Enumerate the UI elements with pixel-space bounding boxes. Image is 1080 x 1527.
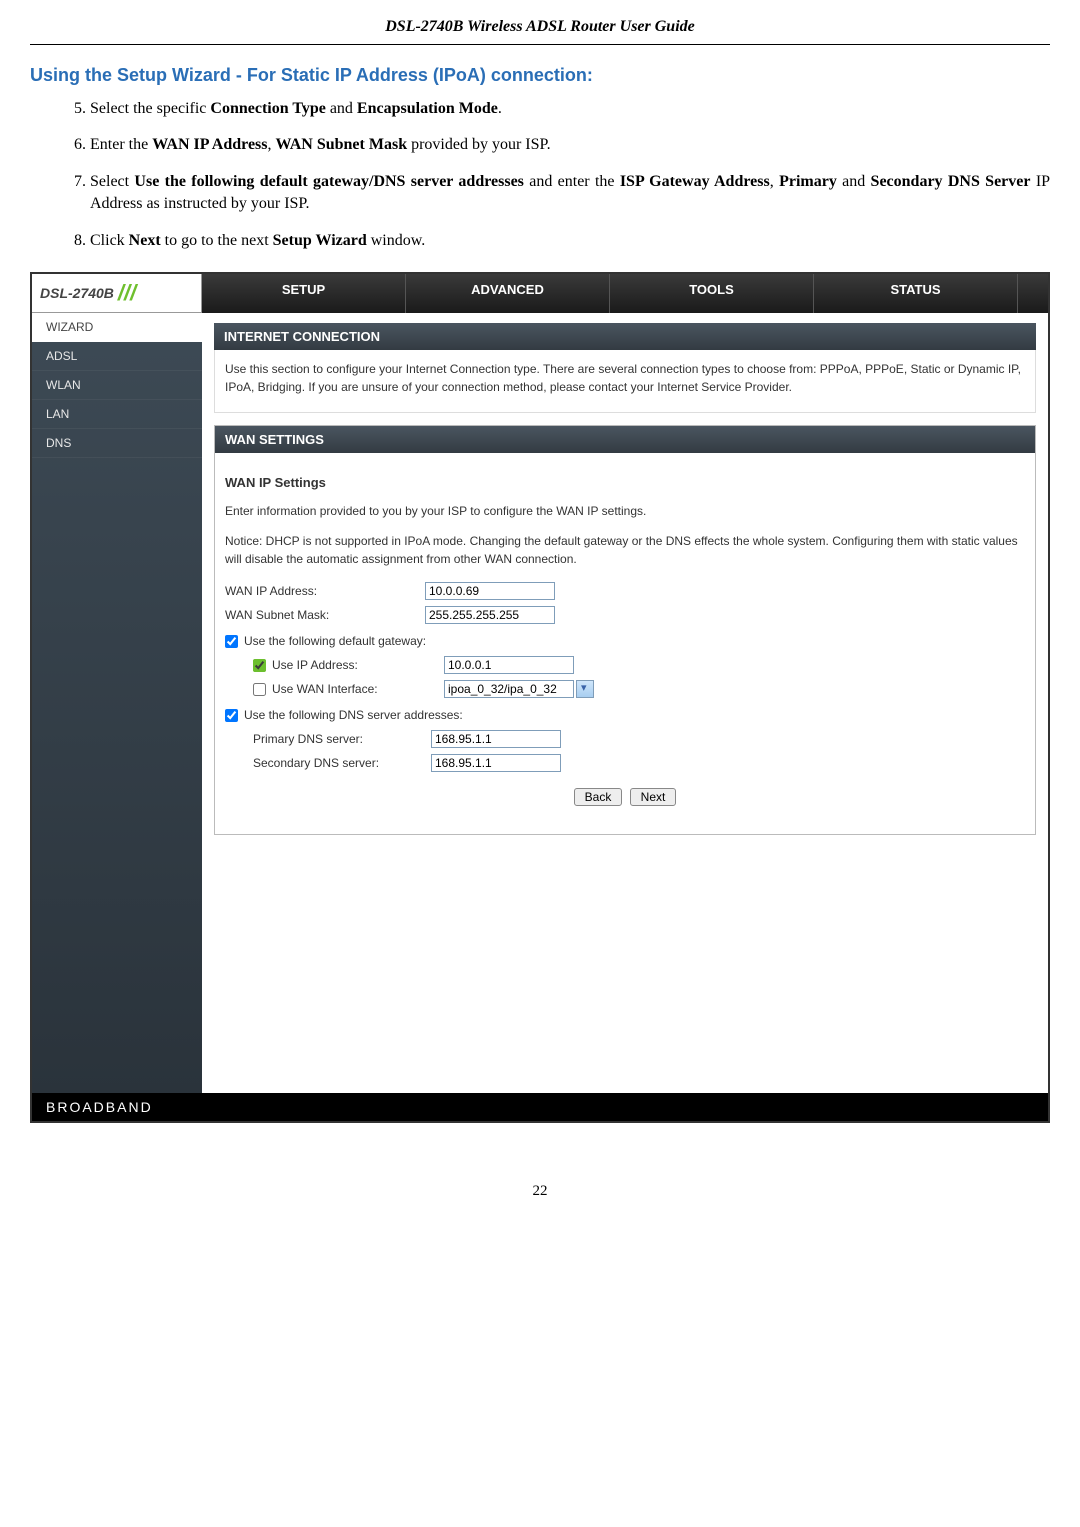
sidebar-item-wlan[interactable]: WLAN	[32, 371, 202, 400]
use-wan-iface-checkbox[interactable]	[253, 683, 266, 696]
use-ip-checkbox[interactable]	[253, 659, 266, 672]
instruction-5: Select the specific Connection Type and …	[90, 98, 1050, 120]
broadband-footer: BROADBAND	[32, 1093, 1048, 1121]
subnet-label: WAN Subnet Mask:	[225, 606, 425, 624]
content-area: INTERNET CONNECTION Use this section to …	[202, 313, 1048, 1093]
internet-connection-header: INTERNET CONNECTION	[214, 323, 1036, 350]
tab-spacer	[1018, 274, 1048, 313]
primary-dns-input[interactable]	[431, 730, 561, 748]
doc-title: DSL-2740B Wireless ADSL Router User Guid…	[30, 10, 1050, 45]
wan-ip-label: WAN IP Address:	[225, 582, 425, 600]
nav-tabs: SETUP ADVANCED TOOLS STATUS	[202, 274, 1048, 313]
sidebar-item-wizard[interactable]: WIZARD	[32, 313, 202, 342]
instruction-8: Click Next to go to the next Setup Wizar…	[90, 230, 1050, 252]
use-dns-label: Use the following DNS server addresses:	[244, 706, 463, 724]
use-ip-label: Use IP Address:	[272, 656, 444, 674]
sidebar-item-adsl[interactable]: ADSL	[32, 342, 202, 371]
section-heading: Using the Setup Wizard - For Static IP A…	[30, 65, 1050, 86]
tab-advanced[interactable]: ADVANCED	[406, 274, 610, 313]
sidebar: WIZARD ADSL WLAN LAN DNS	[32, 313, 202, 1093]
subnet-input[interactable]	[425, 606, 555, 624]
tab-status[interactable]: STATUS	[814, 274, 1018, 313]
use-wan-iface-label: Use WAN Interface:	[272, 680, 444, 698]
use-dns-checkbox[interactable]	[225, 709, 238, 722]
secondary-dns-label: Secondary DNS server:	[253, 754, 431, 772]
wan-intro: Enter information provided to you by you…	[225, 502, 1025, 520]
use-gateway-label: Use the following default gateway:	[244, 632, 426, 650]
dropdown-arrow-icon[interactable]	[576, 680, 594, 698]
router-window: DSL-2740B/// SETUP ADVANCED TOOLS STATUS…	[30, 272, 1050, 1123]
wan-ip-settings-title: WAN IP Settings	[225, 473, 1025, 493]
wan-notice: Notice: DHCP is not supported in IPoA mo…	[225, 532, 1025, 568]
logo-slash-icon: ///	[118, 280, 136, 306]
wan-ip-input[interactable]	[425, 582, 555, 600]
page-number: 22	[30, 1183, 1050, 1200]
back-button[interactable]: Back	[574, 788, 623, 806]
tab-setup[interactable]: SETUP	[202, 274, 406, 313]
sidebar-item-lan[interactable]: LAN	[32, 400, 202, 429]
instruction-7: Select Use the following default gateway…	[90, 171, 1050, 216]
use-ip-input[interactable]	[444, 656, 574, 674]
primary-dns-label: Primary DNS server:	[253, 730, 431, 748]
instruction-6: Enter the WAN IP Address, WAN Subnet Mas…	[90, 134, 1050, 156]
wan-iface-select[interactable]	[444, 680, 574, 698]
wan-settings-header: WAN SETTINGS	[215, 426, 1035, 453]
router-model-logo: DSL-2740B///	[32, 274, 202, 313]
next-button[interactable]: Next	[630, 788, 677, 806]
instruction-list: Select the specific Connection Type and …	[30, 98, 1050, 252]
tab-tools[interactable]: TOOLS	[610, 274, 814, 313]
sidebar-item-dns[interactable]: DNS	[32, 429, 202, 458]
internet-connection-desc: Use this section to configure your Inter…	[214, 350, 1036, 413]
use-gateway-checkbox[interactable]	[225, 635, 238, 648]
secondary-dns-input[interactable]	[431, 754, 561, 772]
